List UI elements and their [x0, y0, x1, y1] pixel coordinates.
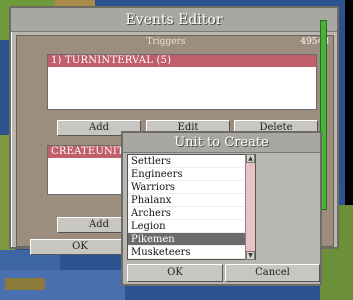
unit-cancel-button[interactable]: Cancel	[225, 264, 320, 282]
unit-item[interactable]: Archers	[128, 207, 255, 220]
triggers-label: Triggers	[146, 37, 186, 47]
triggers-list[interactable]: 1) TURNINTERVAL (5)	[47, 54, 317, 110]
unit-item-selected[interactable]: Pikemen	[128, 233, 255, 246]
unit-dialog-title: Unit to Create	[123, 133, 320, 153]
scroll-up-icon[interactable]: ▲	[246, 154, 255, 163]
events-editor-title: Events Editor	[11, 8, 337, 32]
unit-to-create-dialog: Unit to Create Settlers Engineers Warrio…	[121, 131, 322, 286]
unit-list[interactable]: Settlers Engineers Warriors Phalanx Arch…	[127, 154, 256, 260]
unit-item[interactable]: Legion	[128, 220, 255, 233]
events-ok-button[interactable]: OK	[30, 239, 130, 255]
trigger-item-selected[interactable]: 1) TURNINTERVAL (5)	[48, 55, 316, 67]
terrain-plains	[5, 278, 45, 290]
unit-ok-button[interactable]: OK	[127, 264, 223, 282]
unit-item[interactable]: Phalanx	[128, 194, 255, 207]
unit-list-scrollbar[interactable]: ▲ ▼	[245, 154, 255, 260]
unit-item[interactable]: Musketeers	[128, 246, 255, 259]
unit-item[interactable]: Warriors	[128, 181, 255, 194]
unit-preview-pane	[259, 154, 320, 260]
unit-item[interactable]: Engineers	[128, 168, 255, 181]
scroll-down-icon[interactable]: ▼	[246, 251, 255, 260]
unit-item[interactable]: Settlers	[128, 155, 255, 168]
